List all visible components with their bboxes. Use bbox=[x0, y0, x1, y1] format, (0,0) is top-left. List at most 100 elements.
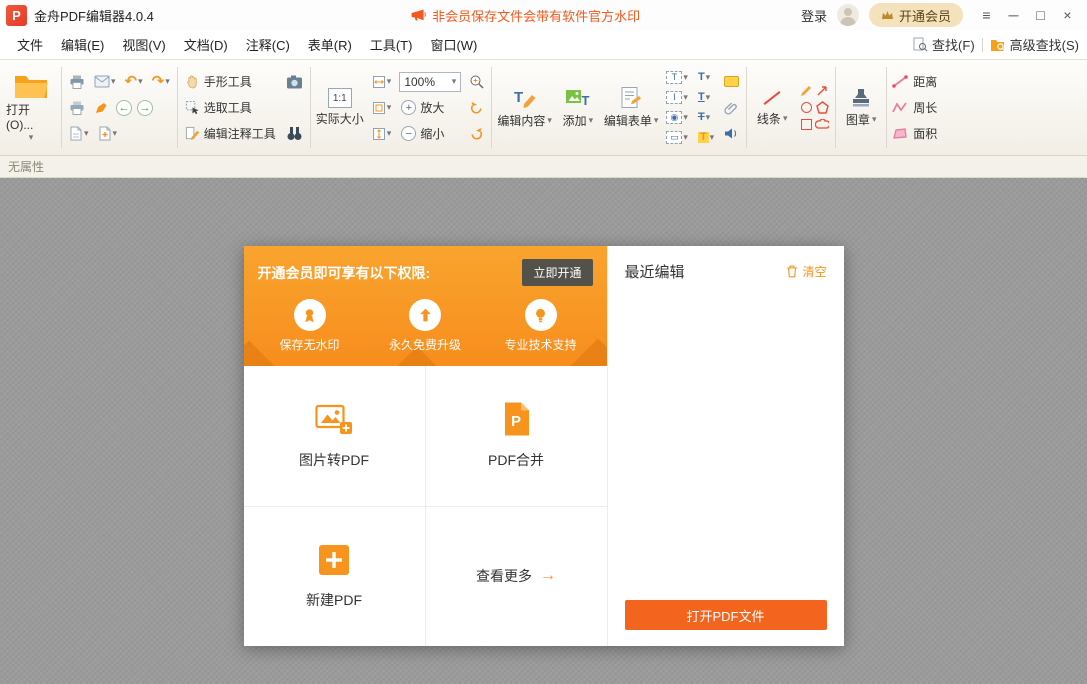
fit-page-button[interactable]: ▾ bbox=[370, 100, 394, 116]
file-ops-group: ▾ ↶ ▾ ↷ ▾ ← → bbox=[64, 62, 175, 153]
menu-window[interactable]: 窗口(W) bbox=[421, 31, 486, 58]
zoom-out-label: 缩小 bbox=[420, 125, 444, 142]
new-pdf-icon bbox=[317, 543, 351, 577]
cloud-shape-button[interactable] bbox=[815, 119, 829, 130]
fit-visible-caret-icon: ▾ bbox=[387, 129, 392, 138]
hand-tool-button[interactable]: 手形工具 bbox=[183, 69, 278, 94]
rotate-right-button[interactable] bbox=[467, 125, 486, 142]
undo-button[interactable]: ↶ ▾ bbox=[123, 73, 145, 90]
zoom-out-button[interactable]: − 缩小 bbox=[399, 121, 461, 146]
comment-bubble-button[interactable] bbox=[722, 75, 741, 88]
open-label: 打开(O)... bbox=[6, 101, 56, 132]
new-document-button[interactable]: ▾ bbox=[96, 125, 120, 142]
vip-button-label: 开通会员 bbox=[899, 6, 951, 25]
snapshot-camera-button[interactable] bbox=[284, 74, 305, 90]
fit-width-button[interactable]: ▾ bbox=[370, 74, 394, 90]
recent-list-empty bbox=[625, 282, 827, 600]
typewriter-button[interactable]: T▾ bbox=[696, 71, 712, 84]
edit-form-caret-icon: ▾ bbox=[654, 116, 659, 125]
activate-now-button[interactable]: 立即开通 bbox=[522, 259, 592, 286]
app-menu-button[interactable]: ≡ bbox=[973, 3, 1000, 27]
toolbar: 打开(O)... ▾ ▾ ↶ ▾ ↷ ▾ bbox=[0, 60, 1087, 156]
advanced-find-button[interactable]: 高级查找(S) bbox=[990, 35, 1079, 54]
find-button[interactable]: 查找(F) bbox=[913, 35, 975, 54]
print-button[interactable] bbox=[67, 73, 87, 91]
open-pdf-file-button[interactable]: 打开PDF文件 bbox=[625, 600, 827, 630]
mail-button[interactable]: ▾ bbox=[92, 74, 118, 89]
previous-view-button[interactable]: ← bbox=[116, 100, 132, 116]
ink-sign-button[interactable] bbox=[92, 99, 111, 116]
text-field-button[interactable]: T▾ bbox=[664, 70, 690, 85]
fit-visible-button[interactable]: ▾ bbox=[370, 126, 394, 142]
polygon-shape-button[interactable] bbox=[816, 101, 829, 114]
pdf-merge-icon: P bbox=[500, 401, 532, 437]
menu-comment[interactable]: 注释(C) bbox=[237, 31, 299, 58]
menu-file[interactable]: 文件 bbox=[8, 31, 52, 58]
actual-size-button[interactable]: 1:1 实际大小 bbox=[313, 62, 367, 153]
select-tool-button[interactable]: 选取工具 bbox=[183, 95, 278, 120]
menu-edit[interactable]: 编辑(E) bbox=[52, 31, 113, 58]
redo-button[interactable]: ↷ ▾ bbox=[150, 73, 172, 90]
line-tool-button[interactable]: 线条 ▾ bbox=[749, 62, 795, 153]
vip-banner: 开通会员即可享有以下权限: 立即开通 保存无水印 bbox=[244, 246, 607, 366]
button-field-button[interactable]: ▭▾ bbox=[664, 130, 690, 145]
edit-form-button[interactable]: 编辑表单 ▾ bbox=[601, 62, 662, 153]
close-button[interactable]: × bbox=[1054, 3, 1081, 27]
text-field-icon: T bbox=[666, 71, 682, 84]
ibeam-field-button[interactable]: I▾ bbox=[664, 90, 690, 105]
area-label: 面积 bbox=[913, 125, 937, 142]
radio-field-button[interactable]: ◉▾ bbox=[664, 110, 690, 125]
strikeout-text-button[interactable]: T▾ bbox=[696, 111, 712, 124]
area-tool-button[interactable]: 面积 bbox=[892, 121, 937, 146]
actual-size-icon: 1:1 bbox=[328, 88, 352, 108]
zoom-level-select[interactable]: 100% ▾ bbox=[399, 72, 461, 92]
feature-label: 保存无水印 bbox=[279, 336, 339, 353]
prev-arrow-icon: ← bbox=[119, 102, 130, 114]
menu-view[interactable]: 视图(V) bbox=[113, 31, 174, 58]
add-button[interactable]: T 添加 ▾ bbox=[555, 62, 601, 153]
print-setup-button[interactable] bbox=[67, 99, 87, 117]
export-document-button[interactable]: ▾ bbox=[67, 125, 91, 142]
feature-free-upgrade: 永久免费升级 bbox=[377, 299, 473, 353]
rectangle-shape-button[interactable] bbox=[801, 119, 812, 130]
stamp-button[interactable]: 图章 ▾ bbox=[838, 62, 884, 153]
search-binoculars-button[interactable] bbox=[284, 125, 305, 142]
megaphone-icon bbox=[410, 8, 426, 22]
circle-shape-button[interactable] bbox=[801, 102, 812, 113]
minimize-button[interactable]: ─ bbox=[1000, 3, 1027, 27]
highlight-text-button[interactable]: T▾ bbox=[696, 131, 716, 144]
rotate-left-button[interactable] bbox=[467, 99, 486, 116]
find-icon bbox=[913, 37, 928, 52]
pencil-shape-button[interactable] bbox=[800, 84, 813, 97]
sound-button[interactable] bbox=[722, 126, 741, 141]
underline-text-icon: T bbox=[698, 92, 705, 103]
app-title: 金舟PDF编辑器4.0.4 bbox=[34, 6, 154, 25]
underline-text-button[interactable]: T▾ bbox=[696, 91, 712, 104]
maximize-button[interactable]: □ bbox=[1027, 3, 1054, 27]
attachment-button[interactable] bbox=[722, 100, 740, 116]
menu-document[interactable]: 文档(D) bbox=[175, 31, 237, 58]
vip-button[interactable]: 开通会员 bbox=[869, 3, 963, 27]
login-link[interactable]: 登录 bbox=[801, 6, 827, 25]
clear-recent-button[interactable]: 清空 bbox=[786, 263, 826, 280]
new-pdf-button[interactable]: 新建PDF bbox=[244, 507, 425, 647]
pdf-merge-button[interactable]: P PDF合并 bbox=[426, 366, 607, 506]
edit-content-button[interactable]: T 编辑内容 ▾ bbox=[494, 62, 555, 153]
arrow-shape-button[interactable] bbox=[816, 84, 829, 97]
menu-tools[interactable]: 工具(T) bbox=[361, 31, 422, 58]
distance-tool-button[interactable]: 距离 bbox=[892, 69, 937, 94]
image-to-pdf-button[interactable]: 图片转PDF bbox=[244, 366, 425, 506]
toolbar-separator bbox=[491, 67, 492, 148]
view-more-button[interactable]: 查看更多 → bbox=[426, 507, 607, 647]
open-file-button[interactable]: 打开(O)... ▾ bbox=[3, 62, 59, 153]
perimeter-tool-button[interactable]: 周长 bbox=[892, 95, 937, 120]
distance-label: 距离 bbox=[913, 73, 937, 90]
open-caret-icon: ▾ bbox=[29, 133, 34, 142]
upgrade-arrow-icon bbox=[409, 299, 441, 331]
zoom-in-button[interactable]: + 放大 bbox=[399, 95, 461, 120]
menu-form[interactable]: 表单(R) bbox=[299, 31, 361, 58]
marquee-zoom-button[interactable] bbox=[467, 73, 486, 90]
annotate-tool-button[interactable]: 编辑注释工具 bbox=[183, 121, 278, 146]
avatar[interactable] bbox=[837, 4, 859, 26]
next-view-button[interactable]: → bbox=[137, 100, 153, 116]
